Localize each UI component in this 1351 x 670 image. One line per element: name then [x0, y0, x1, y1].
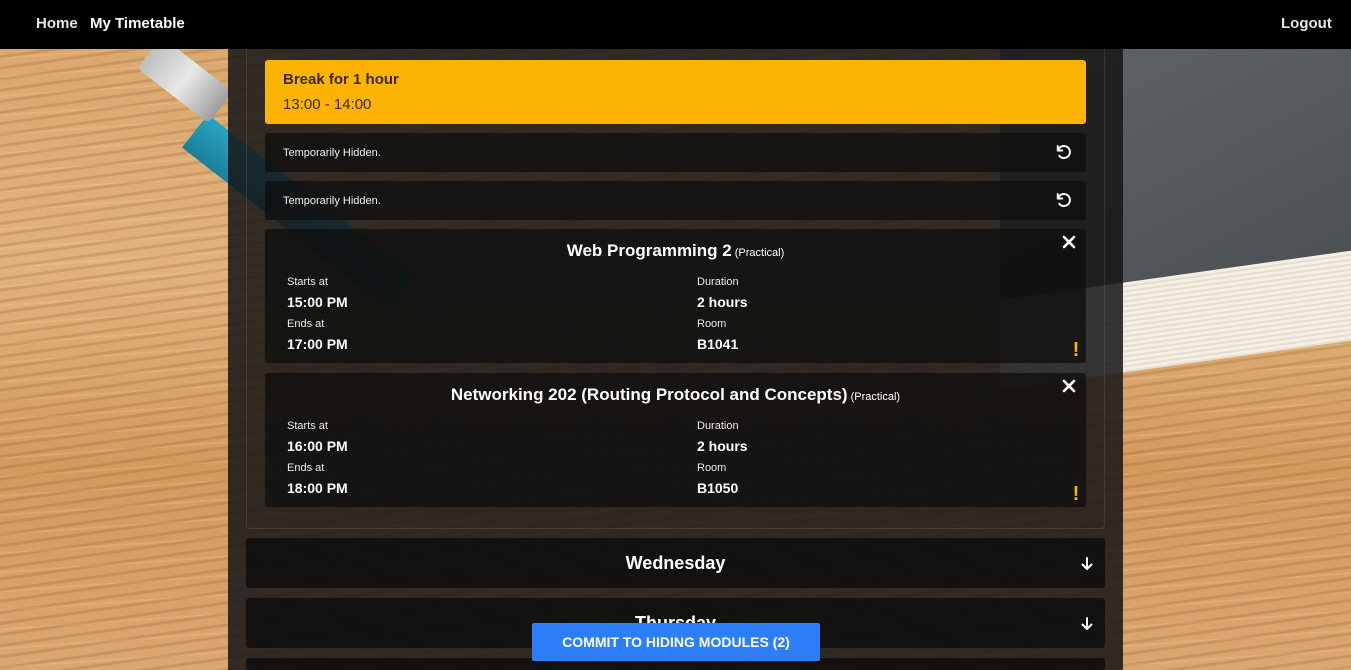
day-header-wednesday[interactable]: Wednesday [246, 538, 1105, 588]
nav-logout-link[interactable]: Logout [1281, 15, 1332, 32]
ends-label: Ends at [287, 318, 325, 330]
background-pencil-ferrule [137, 36, 233, 124]
commit-hiding-modules-button[interactable]: COMMIT TO HIDING MODULES (2) [532, 623, 820, 661]
arrow-down-icon[interactable] [1079, 556, 1095, 572]
module-title: Web Programming 2 (Practical) [265, 241, 1086, 261]
undo-icon[interactable] [1054, 191, 1072, 209]
ends-value: 18:00 PM [287, 480, 348, 496]
module-card: Web Programming 2 (Practical) Starts at 1… [265, 229, 1086, 363]
top-navbar: Home My Timetable Logout [0, 0, 1351, 49]
exclamation-icon: ! [1072, 483, 1080, 505]
module-type: (Practical) [850, 391, 901, 403]
starts-label: Starts at [287, 420, 328, 432]
break-title: Break for 1 hour [283, 71, 399, 88]
room-value: B1041 [697, 336, 739, 352]
hidden-module-row: Temporarily Hidden. [265, 133, 1086, 172]
duration-value: 2 hours [697, 438, 748, 454]
room-label: Room [697, 462, 727, 474]
room-label: Room [697, 318, 727, 330]
day-title: Wednesday [625, 553, 726, 573]
duration-label: Duration [697, 276, 739, 288]
nav-home-link[interactable]: Home [36, 15, 78, 32]
starts-label: Starts at [287, 276, 328, 288]
room-value: B1050 [697, 480, 739, 496]
hidden-module-row: Temporarily Hidden. [265, 181, 1086, 220]
nav-my-timetable-link[interactable]: My Timetable [90, 15, 185, 32]
module-type: (Practical) [734, 247, 785, 259]
hidden-module-text: Temporarily Hidden. [283, 195, 381, 207]
module-name: Networking 202 (Routing Protocol and Con… [450, 385, 848, 404]
close-icon[interactable] [1062, 235, 1076, 249]
ends-value: 17:00 PM [287, 336, 348, 352]
arrow-down-icon[interactable] [1079, 616, 1095, 632]
break-card: Break for 1 hour 13:00 - 14:00 [265, 60, 1086, 124]
undo-icon[interactable] [1054, 143, 1072, 161]
duration-value: 2 hours [697, 294, 748, 310]
module-name: Web Programming 2 [566, 241, 732, 260]
starts-value: 16:00 PM [287, 438, 348, 454]
exclamation-icon: ! [1072, 339, 1080, 361]
close-icon[interactable] [1062, 379, 1076, 393]
ends-label: Ends at [287, 462, 325, 474]
duration-label: Duration [697, 420, 739, 432]
module-title: Networking 202 (Routing Protocol and Con… [265, 385, 1086, 405]
module-card: Networking 202 (Routing Protocol and Con… [265, 373, 1086, 507]
hidden-module-text: Temporarily Hidden. [283, 147, 381, 159]
break-time: 13:00 - 14:00 [283, 96, 372, 113]
starts-value: 15:00 PM [287, 294, 348, 310]
